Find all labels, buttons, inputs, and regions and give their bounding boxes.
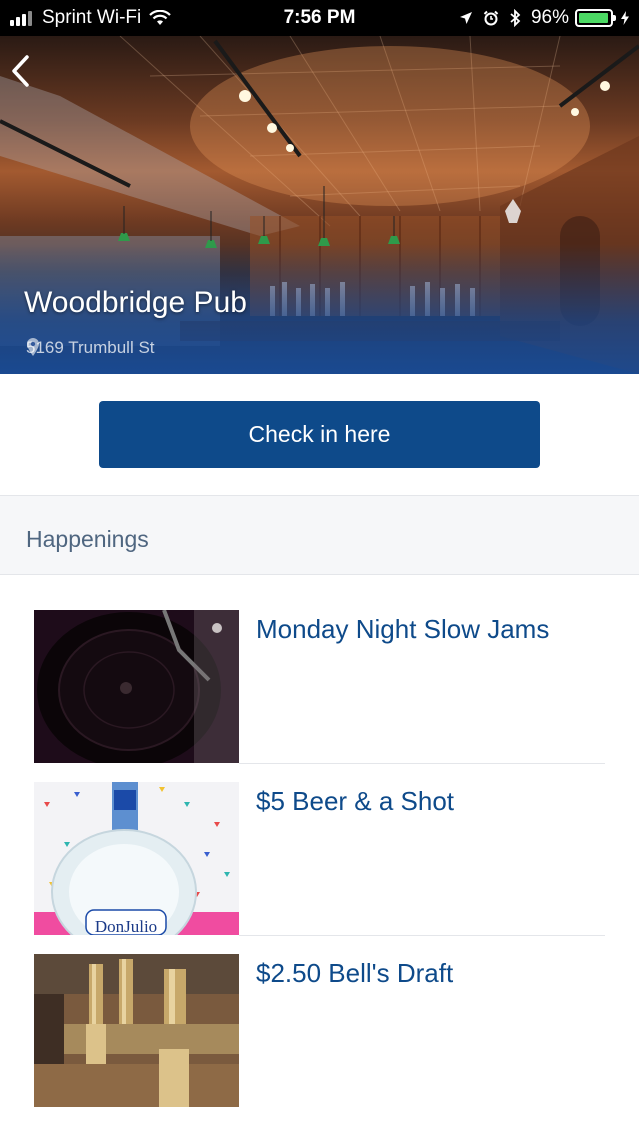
- beer-taps-image: [34, 954, 239, 1107]
- happenings-title: Happenings: [26, 526, 149, 552]
- happening-item-slow-jams[interactable]: Monday Night Slow Jams: [34, 576, 605, 764]
- checkin-section: Check in here: [0, 374, 639, 495]
- venue-address-text: 5169 Trumbull St: [26, 338, 155, 357]
- status-right: 96%: [449, 7, 629, 29]
- status-bar: Sprint Wi-Fi 7:56 PM 96%: [0, 0, 639, 36]
- battery-icon: [575, 9, 616, 27]
- check-in-button[interactable]: Check in here: [99, 401, 540, 468]
- charging-bolt-icon: [621, 11, 629, 25]
- back-button[interactable]: [10, 54, 50, 94]
- location-pin-icon: [27, 338, 39, 356]
- happening-title: $2.50 Bell's Draft: [256, 958, 454, 988]
- happenings-header: Happenings: [0, 495, 639, 575]
- alarm-icon: [483, 10, 499, 26]
- happening-title: Monday Night Slow Jams: [256, 614, 550, 644]
- location-arrow-icon: [459, 12, 472, 24]
- battery-fill: [579, 13, 608, 23]
- venue-name: Woodbridge Pub: [24, 286, 247, 319]
- record-player-image: [34, 610, 239, 763]
- chevron-left-icon: [12, 55, 29, 87]
- happening-item-bells-draft[interactable]: $2.50 Bell's Draft: [34, 920, 605, 1107]
- happening-item-beer-shot[interactable]: DonJulio $5 Beer & a Shot: [34, 748, 605, 936]
- venue-address-row: 5169 Trumbull St: [26, 338, 155, 358]
- bluetooth-icon: [510, 9, 521, 27]
- venue-hero-image: Woodbridge Pub 5169 Trumbull St: [0, 36, 639, 374]
- happening-title: $5 Beer & a Shot: [256, 786, 455, 816]
- battery-percent: 96%: [530, 7, 569, 28]
- tequila-bottle-image: DonJulio: [34, 782, 239, 935]
